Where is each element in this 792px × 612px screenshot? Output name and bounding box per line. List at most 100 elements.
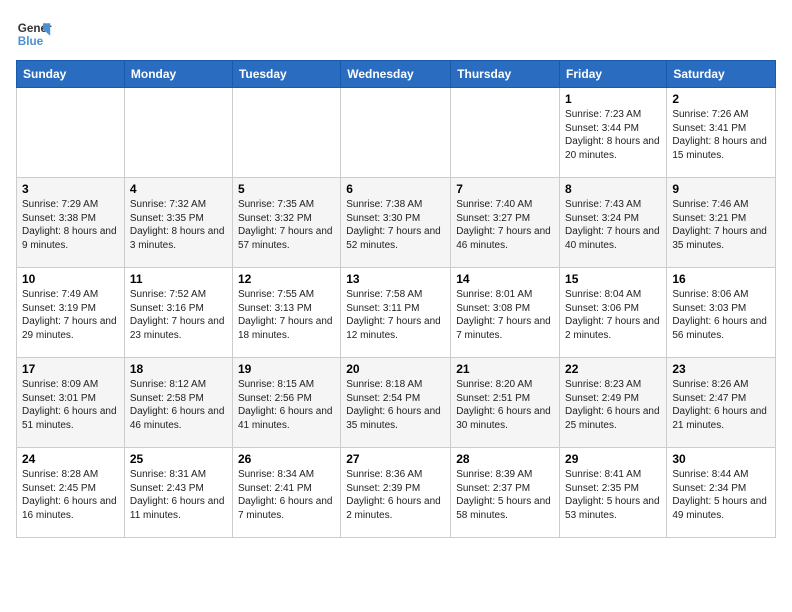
cell-content: 13Sunrise: 7:58 AM Sunset: 3:11 PM Dayli…: [346, 272, 445, 342]
cell-content: 3 Sunrise: 7:29 AM Sunset: 3:38 PM Daylig…: [22, 182, 119, 252]
calendar-cell: 20 Sunrise: 8:18 AM Sunset: 2:54 PM Dayli…: [341, 358, 451, 448]
cell-content: 19 Sunrise: 8:15 AM Sunset: 2:56 PM Dayli…: [238, 362, 335, 432]
cell-content: 26 Sunrise: 8:34 AM Sunset: 2:41 PM Dayli…: [238, 452, 335, 522]
day-number: 19: [238, 362, 335, 376]
calendar-cell: 8 Sunrise: 7:43 AM Sunset: 3:24 PM Daylig…: [560, 178, 667, 268]
logo: General Blue: [16, 16, 52, 52]
day-number: 2: [672, 92, 770, 106]
cell-content: 5 Sunrise: 7:35 AM Sunset: 3:32 PM Daylig…: [238, 182, 335, 252]
cell-content: 14Sunrise: 8:01 AM Sunset: 3:08 PM Dayli…: [456, 272, 554, 342]
calendar-week-row: 17 Sunrise: 8:09 AM Sunset: 3:01 PM Dayli…: [17, 358, 776, 448]
cell-content: 6 Sunrise: 7:38 AM Sunset: 3:30 PM Daylig…: [346, 182, 445, 252]
day-number: 18: [130, 362, 227, 376]
cell-info: Sunrise: 7:29 AM Sunset: 3:38 PM Dayligh…: [22, 199, 117, 251]
cell-content: 2 Sunrise: 7:26 AM Sunset: 3:41 PM Daylig…: [672, 92, 770, 162]
day-number: 8: [565, 182, 661, 196]
calendar-cell: 5 Sunrise: 7:35 AM Sunset: 3:32 PM Daylig…: [232, 178, 340, 268]
calendar-week-row: 24 Sunrise: 8:28 AM Sunset: 2:45 PM Dayli…: [17, 448, 776, 538]
cell-content: 9Sunrise: 7:46 AM Sunset: 3:21 PM Daylig…: [672, 182, 770, 252]
cell-info: Sunrise: 8:23 AM Sunset: 2:49 PM Dayligh…: [565, 379, 660, 431]
cell-info: Sunrise: 8:18 AM Sunset: 2:54 PM Dayligh…: [346, 379, 441, 431]
cell-info: Sunrise: 8:41 AM Sunset: 2:35 PM Dayligh…: [565, 469, 660, 521]
cell-info: Sunrise: 8:28 AM Sunset: 2:45 PM Dayligh…: [22, 469, 117, 521]
cell-content: 21 Sunrise: 8:20 AM Sunset: 2:51 PM Dayli…: [456, 362, 554, 432]
cell-info: Sunrise: 7:40 AM Sunset: 3:27 PM Dayligh…: [456, 199, 551, 251]
calendar-cell: 4Sunrise: 7:32 AM Sunset: 3:35 PM Daylig…: [124, 178, 232, 268]
calendar-cell: 16Sunrise: 8:06 AM Sunset: 3:03 PM Dayli…: [667, 268, 776, 358]
day-number: 6: [346, 182, 445, 196]
calendar-cell: 12 Sunrise: 7:55 AM Sunset: 3:13 PM Dayli…: [232, 268, 340, 358]
cell-info: Sunrise: 7:23 AM Sunset: 3:44 PM Dayligh…: [565, 109, 660, 161]
cell-content: 1Sunrise: 7:23 AM Sunset: 3:44 PM Daylig…: [565, 92, 661, 162]
cell-info: Sunrise: 7:55 AM Sunset: 3:13 PM Dayligh…: [238, 289, 333, 341]
cell-content: 12 Sunrise: 7:55 AM Sunset: 3:13 PM Dayli…: [238, 272, 335, 342]
cell-info: Sunrise: 8:36 AM Sunset: 2:39 PM Dayligh…: [346, 469, 441, 521]
cell-info: Sunrise: 8:44 AM Sunset: 2:34 PM Dayligh…: [672, 469, 767, 521]
cell-content: 28 Sunrise: 8:39 AM Sunset: 2:37 PM Dayli…: [456, 452, 554, 522]
page-header: General Blue: [16, 16, 776, 52]
cell-content: 20 Sunrise: 8:18 AM Sunset: 2:54 PM Dayli…: [346, 362, 445, 432]
cell-info: Sunrise: 8:09 AM Sunset: 3:01 PM Dayligh…: [22, 379, 117, 431]
day-number: 21: [456, 362, 554, 376]
calendar-day-header: Saturday: [667, 61, 776, 88]
cell-content: 7Sunrise: 7:40 AM Sunset: 3:27 PM Daylig…: [456, 182, 554, 252]
cell-info: Sunrise: 8:12 AM Sunset: 2:58 PM Dayligh…: [130, 379, 225, 431]
day-number: 20: [346, 362, 445, 376]
cell-info: Sunrise: 8:04 AM Sunset: 3:06 PM Dayligh…: [565, 289, 660, 341]
calendar-cell: 27Sunrise: 8:36 AM Sunset: 2:39 PM Dayli…: [341, 448, 451, 538]
cell-info: Sunrise: 7:35 AM Sunset: 3:32 PM Dayligh…: [238, 199, 333, 251]
day-number: 28: [456, 452, 554, 466]
cell-content: 22 Sunrise: 8:23 AM Sunset: 2:49 PM Dayli…: [565, 362, 661, 432]
day-number: 11: [130, 272, 227, 286]
cell-content: 25Sunrise: 8:31 AM Sunset: 2:43 PM Dayli…: [130, 452, 227, 522]
calendar-cell: 14Sunrise: 8:01 AM Sunset: 3:08 PM Dayli…: [451, 268, 560, 358]
cell-info: Sunrise: 7:26 AM Sunset: 3:41 PM Dayligh…: [672, 109, 767, 161]
cell-info: Sunrise: 8:34 AM Sunset: 2:41 PM Dayligh…: [238, 469, 333, 521]
cell-info: Sunrise: 8:15 AM Sunset: 2:56 PM Dayligh…: [238, 379, 333, 431]
cell-info: Sunrise: 8:39 AM Sunset: 2:37 PM Dayligh…: [456, 469, 551, 521]
day-number: 3: [22, 182, 119, 196]
calendar-day-header: Friday: [560, 61, 667, 88]
cell-info: Sunrise: 8:20 AM Sunset: 2:51 PM Dayligh…: [456, 379, 551, 431]
calendar-cell: 11 Sunrise: 7:52 AM Sunset: 3:16 PM Dayli…: [124, 268, 232, 358]
cell-info: Sunrise: 7:38 AM Sunset: 3:30 PM Dayligh…: [346, 199, 441, 251]
day-number: 12: [238, 272, 335, 286]
calendar-cell: 13Sunrise: 7:58 AM Sunset: 3:11 PM Dayli…: [341, 268, 451, 358]
cell-info: Sunrise: 7:52 AM Sunset: 3:16 PM Dayligh…: [130, 289, 225, 341]
cell-content: 8 Sunrise: 7:43 AM Sunset: 3:24 PM Daylig…: [565, 182, 661, 252]
day-number: 16: [672, 272, 770, 286]
day-number: 22: [565, 362, 661, 376]
calendar-cell: [341, 88, 451, 178]
day-number: 14: [456, 272, 554, 286]
cell-content: 10Sunrise: 7:49 AM Sunset: 3:19 PM Dayli…: [22, 272, 119, 342]
calendar-week-row: 1Sunrise: 7:23 AM Sunset: 3:44 PM Daylig…: [17, 88, 776, 178]
day-number: 26: [238, 452, 335, 466]
cell-content: 24 Sunrise: 8:28 AM Sunset: 2:45 PM Dayli…: [22, 452, 119, 522]
calendar-cell: 28 Sunrise: 8:39 AM Sunset: 2:37 PM Dayli…: [451, 448, 560, 538]
calendar-header-row: SundayMondayTuesdayWednesdayThursdayFrid…: [17, 61, 776, 88]
calendar-cell: 3 Sunrise: 7:29 AM Sunset: 3:38 PM Daylig…: [17, 178, 125, 268]
svg-text:Blue: Blue: [18, 35, 44, 48]
cell-content: 16Sunrise: 8:06 AM Sunset: 3:03 PM Dayli…: [672, 272, 770, 342]
day-number: 17: [22, 362, 119, 376]
day-number: 5: [238, 182, 335, 196]
cell-info: Sunrise: 8:26 AM Sunset: 2:47 PM Dayligh…: [672, 379, 767, 431]
day-number: 24: [22, 452, 119, 466]
calendar-cell: 23Sunrise: 8:26 AM Sunset: 2:47 PM Dayli…: [667, 358, 776, 448]
cell-info: Sunrise: 7:46 AM Sunset: 3:21 PM Dayligh…: [672, 199, 767, 251]
logo-icon: General Blue: [16, 16, 52, 52]
day-number: 4: [130, 182, 227, 196]
cell-content: 23Sunrise: 8:26 AM Sunset: 2:47 PM Dayli…: [672, 362, 770, 432]
cell-content: 15Sunrise: 8:04 AM Sunset: 3:06 PM Dayli…: [565, 272, 661, 342]
calendar-day-header: Thursday: [451, 61, 560, 88]
calendar-table: SundayMondayTuesdayWednesdayThursdayFrid…: [16, 60, 776, 538]
calendar-cell: 2 Sunrise: 7:26 AM Sunset: 3:41 PM Daylig…: [667, 88, 776, 178]
cell-content: 27Sunrise: 8:36 AM Sunset: 2:39 PM Dayli…: [346, 452, 445, 522]
cell-content: 17 Sunrise: 8:09 AM Sunset: 3:01 PM Dayli…: [22, 362, 119, 432]
calendar-cell: 1Sunrise: 7:23 AM Sunset: 3:44 PM Daylig…: [560, 88, 667, 178]
cell-info: Sunrise: 7:43 AM Sunset: 3:24 PM Dayligh…: [565, 199, 660, 251]
calendar-cell: 19 Sunrise: 8:15 AM Sunset: 2:56 PM Dayli…: [232, 358, 340, 448]
cell-content: 4Sunrise: 7:32 AM Sunset: 3:35 PM Daylig…: [130, 182, 227, 252]
calendar-cell: 22 Sunrise: 8:23 AM Sunset: 2:49 PM Dayli…: [560, 358, 667, 448]
cell-info: Sunrise: 8:31 AM Sunset: 2:43 PM Dayligh…: [130, 469, 225, 521]
